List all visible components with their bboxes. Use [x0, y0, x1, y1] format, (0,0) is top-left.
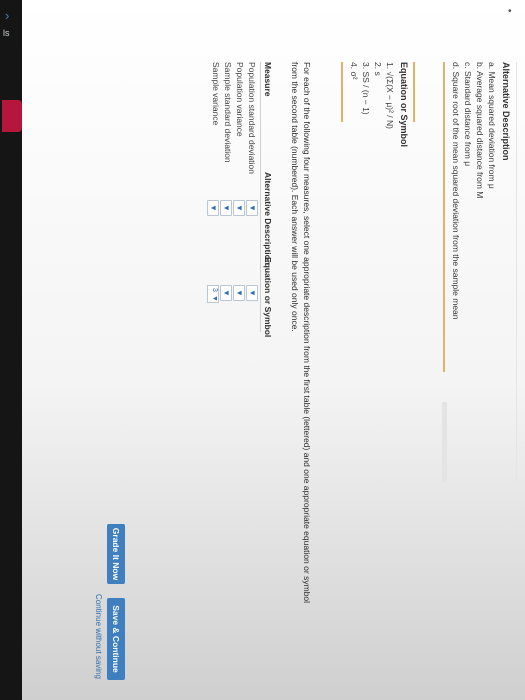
eq-item-1: 1. √(Σ(X − μ)² / N): [385, 62, 395, 129]
divider: [516, 62, 517, 482]
col-eq-header: Equation or Symbol: [263, 257, 273, 338]
eq-table-bottom-border: [341, 62, 343, 122]
desc-select-sample-sd[interactable]: ▼: [220, 200, 232, 216]
instructions-text: For each of the following four measures,…: [290, 62, 312, 603]
chevron-down-icon: ▼: [235, 289, 244, 297]
chevron-icon[interactable]: ›: [5, 8, 9, 23]
eq-item-3: 3. SS / (n − 1): [361, 62, 371, 115]
col-measure-header: Measure: [263, 62, 273, 97]
save-continue-button[interactable]: Save & Continue: [107, 598, 125, 680]
eq-table-header: Equation or Symbol: [399, 62, 409, 148]
desc-select-pop-sd[interactable]: ▼: [246, 200, 258, 216]
desc-item-b: b. Average squared distance from M: [475, 62, 485, 199]
sidebar-label: ls: [3, 28, 10, 38]
desc-select-pop-var[interactable]: ▼: [233, 200, 245, 216]
active-tab-marker[interactable]: [2, 100, 22, 132]
chevron-down-icon: ▼: [235, 204, 244, 212]
chevron-down-icon: ▼: [248, 204, 257, 212]
chevron-down-icon: ▼: [211, 295, 218, 302]
eq-item-4: 4. σ²: [349, 62, 359, 80]
eq-select-sample-sd[interactable]: ▼: [220, 285, 232, 301]
continue-without-saving-link[interactable]: Continue without saving: [94, 594, 103, 679]
chevron-down-icon: ▼: [222, 204, 231, 212]
desc-item-c: c. Standard distance from μ: [463, 62, 473, 167]
header-divider: [260, 62, 261, 332]
eq-select-value: 3: [211, 288, 218, 292]
desc-item-a: a. Mean squared deviation from μ: [487, 62, 497, 189]
measure-sample-var: Sample variance: [211, 62, 221, 126]
measure-sample-sd: Sample standard deviation: [223, 62, 233, 163]
desc-table-header: Alternative Description: [501, 62, 511, 161]
measure-pop-var: Population variance: [235, 62, 245, 137]
chevron-down-icon: ▼: [209, 204, 218, 212]
left-sidebar: › ls: [0, 0, 22, 700]
question-content: Alternative Description a. Mean squared …: [55, 62, 525, 687]
chevron-down-icon: ▼: [222, 289, 231, 297]
eq-select-sample-var[interactable]: 3 ▼: [207, 285, 219, 303]
eq-select-pop-var[interactable]: ▼: [233, 285, 245, 301]
desc-select-sample-var[interactable]: ▼: [207, 200, 219, 216]
col-desc-header: Alternative Description: [263, 172, 273, 266]
chevron-down-icon: ▼: [248, 289, 257, 297]
eq-select-pop-sd[interactable]: ▼: [246, 285, 258, 301]
eq-item-2: 2. s: [373, 62, 383, 76]
screen: › ls Alternative Description a. Mean squ…: [0, 0, 525, 700]
status-dots: •: [508, 6, 512, 17]
grade-it-now-button[interactable]: Grade It Now: [107, 524, 125, 584]
desc-table-border: [443, 62, 445, 372]
desc-item-d: d. Square root of the mean squared devia…: [451, 62, 461, 320]
eq-table-top-border: [413, 62, 415, 122]
scroll-strip: [442, 402, 447, 482]
measure-pop-sd: Population standard deviation: [247, 62, 257, 174]
